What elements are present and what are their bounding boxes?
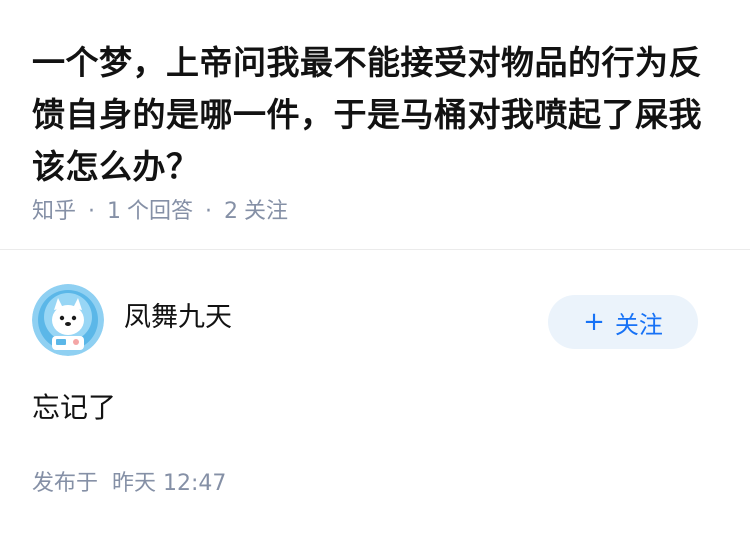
answer-count-label: 个回答	[127, 199, 194, 224]
answer-timestamp: 发布于 昨天 12:47	[32, 468, 226, 500]
plus-icon: +	[583, 307, 605, 337]
follow-button-label: 关注	[614, 310, 663, 339]
section-divider	[0, 249, 750, 250]
follow-count-number: 2	[224, 199, 239, 224]
answer-content[interactable]: 忘记了	[32, 388, 116, 428]
author-name[interactable]: 凤舞九天	[124, 300, 232, 336]
answer-count[interactable]: 1 个回答	[107, 199, 193, 224]
follow-count[interactable]: 2 关注	[224, 199, 288, 224]
question-title[interactable]: 一个梦，上帝问我最不能接受对物品的行为反馈自身的是哪一件，于是马桶对我喷起了屎我…	[32, 37, 722, 193]
published-prefix: 发布于	[32, 471, 99, 496]
source-label[interactable]: 知乎	[32, 199, 76, 224]
follow-author-button[interactable]: + 关注	[548, 295, 698, 349]
question-header: 一个梦，上帝问我最不能接受对物品的行为反馈自身的是哪一件，于是马桶对我喷起了屎我…	[0, 0, 750, 250]
author-avatar[interactable]	[32, 284, 104, 356]
answer-count-number: 1	[107, 199, 122, 224]
astronaut-dog-avatar-icon	[32, 284, 104, 356]
follow-count-label: 关注	[244, 199, 289, 224]
published-time: 昨天 12:47	[112, 471, 227, 496]
meta-separator: ·	[205, 199, 213, 224]
meta-separator: ·	[88, 199, 96, 224]
question-meta: 知乎 · 1 个回答 · 2 关注	[32, 196, 288, 228]
